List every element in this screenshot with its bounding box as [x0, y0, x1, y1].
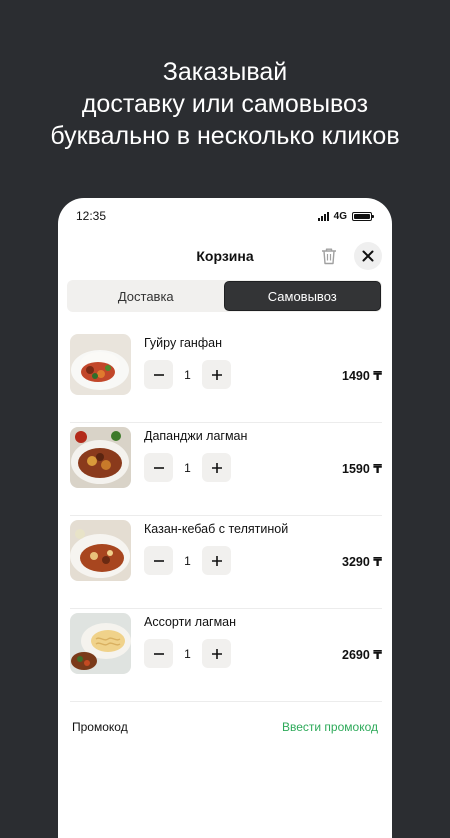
- delivery-mode-tabs: Доставка Самовывоз: [67, 280, 382, 312]
- item-name: Дапанджи лагман: [144, 429, 248, 443]
- decrease-button[interactable]: [144, 546, 173, 575]
- plus-icon: [211, 369, 222, 380]
- enter-promo-link[interactable]: Ввести промокод: [282, 720, 378, 734]
- food-photo: [70, 520, 131, 581]
- tab-pickup[interactable]: Самовывоз: [223, 281, 381, 311]
- item-name: Ассорти лагман: [144, 615, 237, 629]
- item-price: 1490 ₸: [342, 369, 382, 383]
- minus-icon: [153, 652, 164, 655]
- plus-icon: [211, 462, 222, 473]
- page-title: Корзина: [196, 248, 254, 264]
- signal-icon: [317, 211, 329, 221]
- headline-line-2: доставку или самовывоз: [81, 90, 369, 118]
- list-item: Ассорти лагман 1 2690 ₸: [70, 609, 382, 702]
- list-item: Дапанджи лагман 1 1590 ₸: [70, 423, 382, 516]
- network-type: 4G: [333, 210, 347, 222]
- headline-line-3: буквально в несколько кликов: [50, 122, 400, 150]
- item-name: Казан-кебаб с телятиной: [144, 522, 289, 536]
- plus-icon: [211, 648, 222, 659]
- quantity-stepper: 1: [144, 546, 231, 575]
- item-name: Гуйру ганфан: [144, 336, 222, 350]
- quantity-stepper: 1: [144, 639, 231, 668]
- item-price: 3290 ₸: [342, 555, 382, 569]
- quantity-value: 1: [184, 646, 191, 661]
- status-icons: 4G: [317, 210, 374, 222]
- item-price: 1590 ₸: [342, 462, 382, 476]
- quantity-value: 1: [184, 367, 191, 382]
- minus-icon: [153, 559, 164, 562]
- minus-icon: [153, 373, 164, 376]
- increase-button[interactable]: [202, 453, 231, 482]
- promo-headline: Заказывай доставку или самовывоз букваль…: [0, 56, 450, 152]
- increase-button[interactable]: [202, 639, 231, 668]
- promo-code-row: Промокод Ввести промокод: [58, 702, 392, 752]
- increase-button[interactable]: [202, 546, 231, 575]
- list-item: Казан-кебаб с телятиной 1 3290 ₸: [70, 516, 382, 609]
- increase-button[interactable]: [202, 360, 231, 389]
- close-icon: [362, 250, 374, 262]
- headline-line-1: Заказывай: [162, 58, 288, 86]
- item-price: 2690 ₸: [342, 648, 382, 662]
- battery-icon: [352, 211, 374, 221]
- status-time: 12:35: [76, 209, 107, 223]
- list-item: Гуйру ганфан 1 1490 ₸: [70, 330, 382, 423]
- promo-label: Промокод: [72, 720, 128, 734]
- decrease-button[interactable]: [144, 360, 173, 389]
- quantity-value: 1: [184, 460, 191, 475]
- decrease-button[interactable]: [144, 453, 173, 482]
- quantity-stepper: 1: [144, 360, 231, 389]
- decrease-button[interactable]: [144, 639, 173, 668]
- food-photo: [70, 334, 131, 395]
- cart-header: Корзина: [58, 234, 392, 278]
- status-bar: 12:35 4G: [58, 198, 392, 234]
- clear-cart-button[interactable]: [318, 242, 340, 270]
- trash-icon: [322, 248, 336, 265]
- food-photo: [70, 427, 131, 488]
- plus-icon: [211, 555, 222, 566]
- minus-icon: [153, 466, 164, 469]
- cart-items: Гуйру ганфан 1 1490 ₸ Дапанджи лагман 1 …: [58, 330, 392, 702]
- quantity-stepper: 1: [144, 453, 231, 482]
- close-button[interactable]: [354, 242, 382, 270]
- quantity-value: 1: [184, 553, 191, 568]
- tab-delivery[interactable]: Доставка: [68, 281, 224, 311]
- food-photo: [70, 613, 131, 674]
- phone-screen: 12:35 4G Корзина Доставка Самовывоз Гуйр…: [58, 198, 392, 838]
